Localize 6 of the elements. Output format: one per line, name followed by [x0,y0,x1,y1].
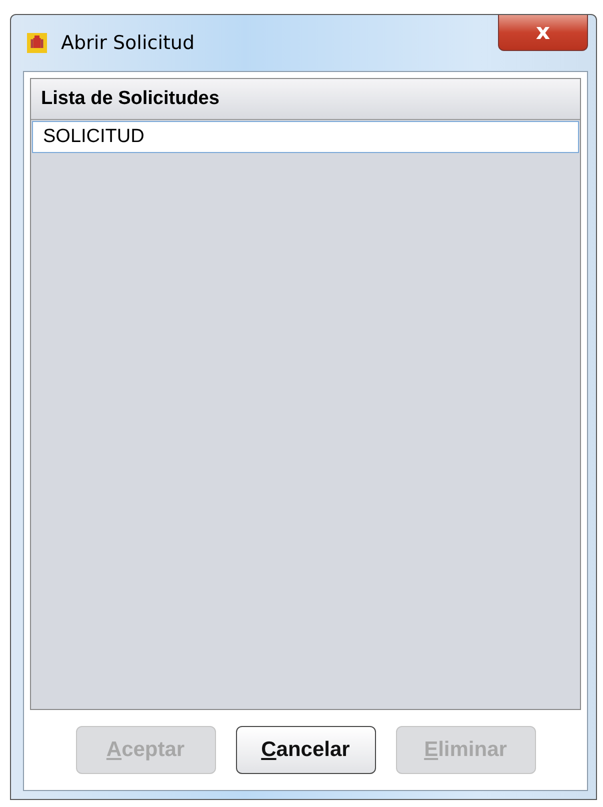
coat-of-arms-icon [27,33,47,53]
close-button[interactable]: x [498,15,588,51]
list-item[interactable]: SOLICITUD [32,121,579,153]
list-header: Lista de Solicitudes [31,79,580,120]
dialog-button[interactable]: Cancelar [236,726,376,774]
window-title: Abrir Solicitud [61,32,195,54]
